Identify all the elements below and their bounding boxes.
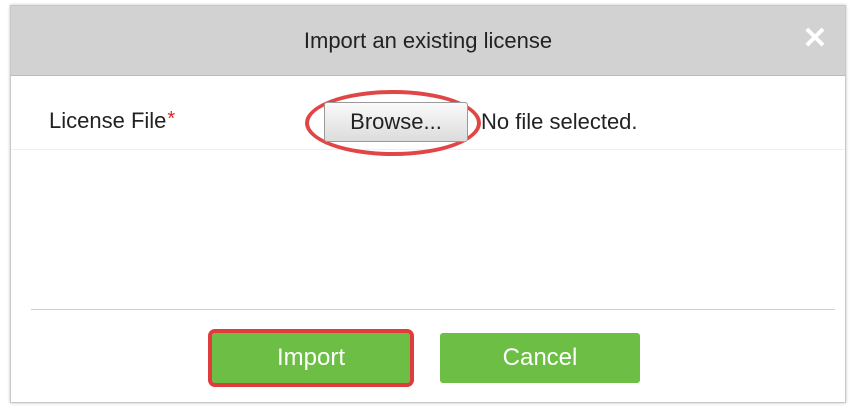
import-button[interactable]: Import (208, 329, 414, 387)
license-file-label: License File* (49, 108, 175, 134)
cancel-button[interactable]: Cancel (440, 333, 640, 383)
required-marker: * (167, 108, 176, 130)
dialog-title: Import an existing license (303, 28, 553, 53)
import-license-dialog: Import an existing license ✕ License Fil… (10, 5, 846, 403)
close-icon[interactable]: ✕ (799, 23, 831, 55)
browse-button[interactable]: Browse... (324, 102, 468, 142)
license-file-label-text: License File (49, 108, 167, 133)
license-file-row: License File* Browse... No file selected… (11, 76, 845, 156)
dialog-titlebar: Import an existing license ✕ (11, 6, 845, 76)
file-status-text: No file selected. (481, 109, 638, 134)
footer-divider (31, 309, 835, 310)
